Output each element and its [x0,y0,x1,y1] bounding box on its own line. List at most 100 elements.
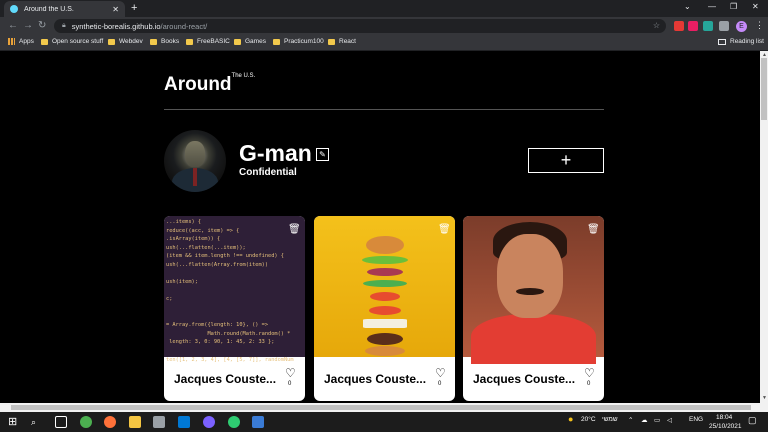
bookmark-folder[interactable]: React [328,38,356,45]
url-host: synthetic-borealis.github.io [71,21,161,31]
burger-tomato [368,306,401,315]
heart-icon[interactable]: ♡ [435,366,446,380]
bookmark-folder[interactable]: FreeBASIC [186,38,230,45]
tray-chevron-icon[interactable]: ⌃ [628,416,633,424]
task-view-icon[interactable] [55,416,67,428]
profile-avatar[interactable]: E [736,21,747,32]
folder-icon [108,38,115,45]
bookmark-folder[interactable]: Open source stuff [41,38,103,45]
horizontal-scrollbar[interactable] [0,403,768,412]
horizontal-scroll-thumb[interactable] [11,405,751,410]
browser-toolbar: ← → ↻ 🔒︎ synthetic-borealis.github.io /a… [0,17,768,35]
folder-icon [273,38,280,45]
extension-icon[interactable] [703,21,713,31]
code-screenshot-text: ...items) { reduce((acc, item) => { .isA… [166,219,294,363]
address-bar[interactable]: 🔒︎ synthetic-borealis.github.io /around-… [54,19,666,33]
place-card: 🗑︎ Jacques Couste... ♡ 0 [314,216,455,401]
card-title: Jacques Couste... [473,372,576,386]
bookmark-star-icon[interactable]: ☆ [653,21,660,30]
add-card-button[interactable]: + [528,148,604,173]
search-icon[interactable]: ⌕ [31,416,43,428]
vertical-scrollbar[interactable]: ▲ ▼ [760,51,768,403]
lock-icon[interactable]: 🔒︎ [62,22,66,30]
extension-icon[interactable] [688,21,698,31]
language-indicator[interactable]: ENG [689,416,703,423]
chrome-icon[interactable] [80,416,92,428]
reading-list-button[interactable]: Reading list [718,38,764,45]
forward-button[interactable]: → [23,20,33,31]
card-title: Jacques Couste... [174,372,277,386]
heart-icon[interactable]: ♡ [584,366,595,380]
reload-button[interactable]: ↻ [38,20,46,31]
card-image[interactable]: 🗑︎ [314,216,455,357]
tab-search-icon[interactable]: ⌄ [684,2,691,11]
burger-lettuce [361,256,408,264]
heart-icon[interactable]: ♡ [285,366,296,380]
site-logo: AroundThe U.S. [164,73,256,95]
browser-menu-icon[interactable]: ⋮ [755,20,764,31]
file-explorer-icon[interactable] [129,416,141,428]
clock-date[interactable]: 25/10/2021 [709,423,742,430]
new-tab-button[interactable]: + [131,2,137,14]
react-favicon-icon [10,5,18,13]
place-card: 🗑︎ Jacques Couste... ♡ 0 [463,216,604,401]
card-image[interactable]: 🗑︎ [463,216,604,364]
scroll-thumb[interactable] [761,58,767,120]
avatar-tie [193,168,197,186]
profile-job: Confidential [239,167,297,178]
browser-tab[interactable]: Around the U.S. ✕ [4,1,125,17]
burger-tomato [369,292,400,301]
app-icon[interactable] [228,416,240,428]
close-tab-icon[interactable]: ✕ [112,5,119,14]
url-path: /around-react/ [160,21,208,31]
page-content: AroundThe U.S. G-man ✎ Confidential + ..… [0,51,760,403]
edit-profile-button[interactable]: ✎ [316,148,329,161]
notifications-icon[interactable]: ▢ [748,415,757,426]
like-count: 0 [438,381,442,387]
bookmark-folder[interactable]: Games [234,38,266,45]
close-window-button[interactable]: ✕ [752,2,759,11]
cloud-icon[interactable]: ☁ [641,416,648,424]
burger-lettuce [362,280,407,287]
weather-sun-icon[interactable]: ● [568,414,573,424]
like-count: 0 [288,381,292,387]
profile-avatar-image[interactable] [164,130,226,192]
weather-temp[interactable]: 20°C [581,416,596,423]
network-icon[interactable]: ▭ [654,416,660,424]
trash-icon[interactable]: 🗑︎ [288,224,301,235]
maximize-button[interactable]: ❐ [730,2,737,11]
browser-tab-strip: Around the U.S. ✕ + ⌄ — ❐ ✕ [0,0,768,17]
bookmark-folder[interactable]: Books [150,38,179,45]
clock-time[interactable]: 18:04 [716,414,732,421]
place-card: ...items) { reduce((acc, item) => { .isA… [164,216,305,401]
folder-icon [234,38,241,45]
burger-patty [366,333,403,345]
bookmark-apps[interactable]: Apps [8,38,34,45]
photos-icon[interactable] [252,416,264,428]
adblock-extension-icon[interactable] [674,21,684,31]
trash-icon[interactable]: 🗑︎ [438,224,451,235]
folder-icon [150,38,157,45]
extensions-puzzle-icon[interactable] [719,21,729,31]
store-icon[interactable] [153,416,165,428]
volume-icon[interactable]: ◁ [667,416,672,424]
app-icon[interactable] [203,416,215,428]
folder-icon [41,38,48,45]
minimize-button[interactable]: — [708,2,716,11]
bookmark-folder[interactable]: Webdev [108,38,143,45]
portrait-shirt [471,314,596,364]
profile-name: G-man [239,140,312,166]
firefox-icon[interactable] [104,416,116,428]
folder-icon [186,38,193,45]
windows-start-icon[interactable]: ⊞ [8,416,20,428]
trash-icon[interactable]: 🗑︎ [587,224,600,235]
bookmark-folder[interactable]: Practicum100 [273,38,324,45]
card-image[interactable]: ...items) { reduce((acc, item) => { .isA… [164,216,305,363]
scroll-down-icon[interactable]: ▼ [762,395,767,401]
weather-text[interactable]: שמשי [602,416,618,423]
vscode-icon[interactable] [178,416,190,428]
tab-title: Around the U.S. [24,5,74,13]
burger-onion [366,268,403,276]
back-button[interactable]: ← [8,20,18,31]
like-count: 0 [587,381,591,387]
